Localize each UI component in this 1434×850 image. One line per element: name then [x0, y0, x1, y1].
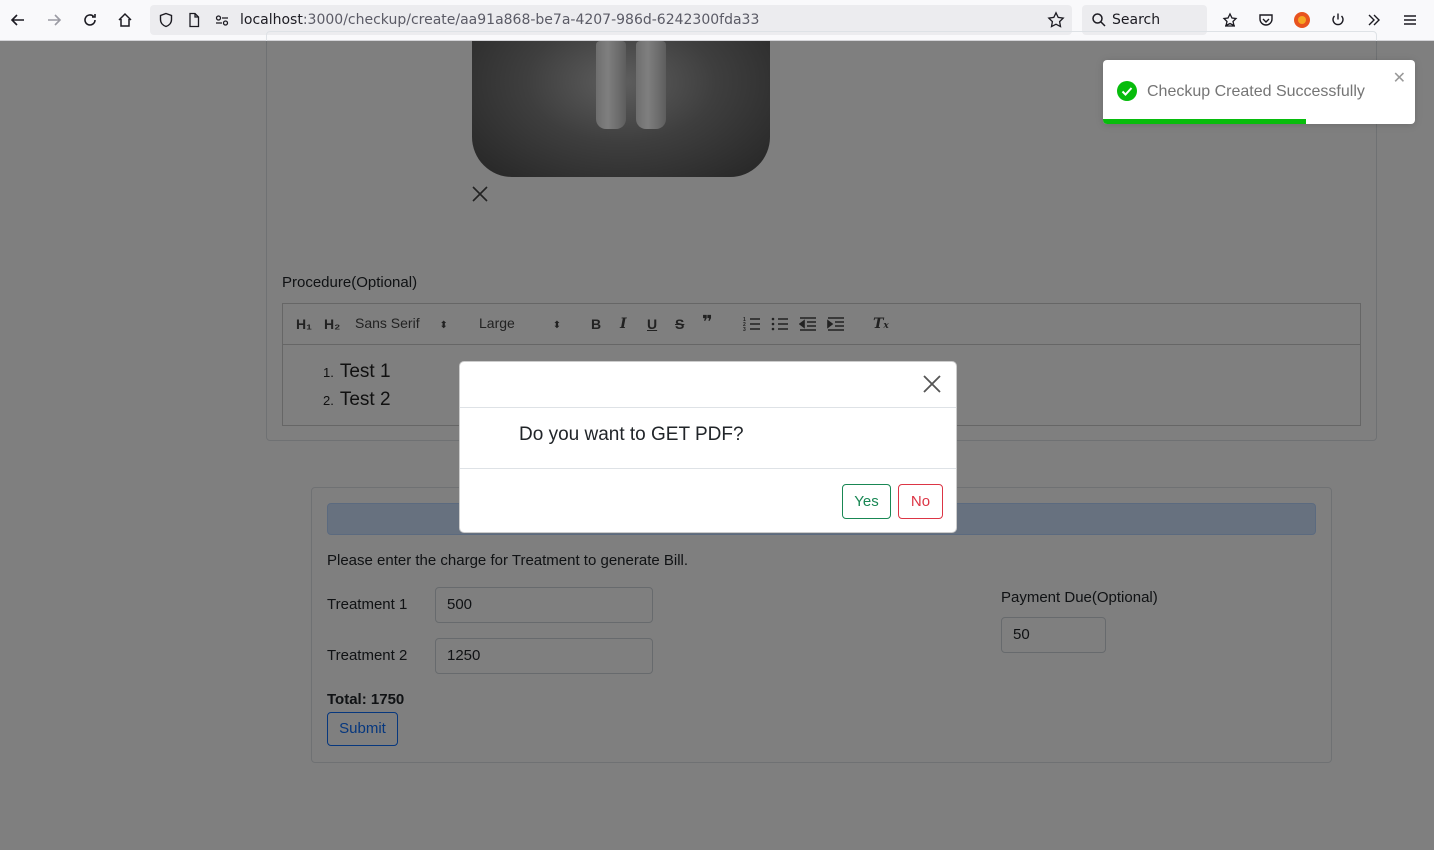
bookmark-star-icon[interactable]: [1043, 7, 1069, 33]
reload-icon[interactable]: [77, 7, 103, 33]
forward-icon[interactable]: [41, 7, 67, 33]
dialog-question: Do you want to GET PDF?: [519, 424, 744, 445]
home-icon[interactable]: [112, 7, 138, 33]
search-placeholder: Search: [1112, 12, 1161, 28]
page-icon: [181, 7, 207, 33]
close-icon[interactable]: [921, 373, 943, 395]
permissions-icon[interactable]: [209, 7, 235, 33]
toast-message: Checkup Created Successfully: [1147, 83, 1365, 100]
yes-button[interactable]: Yes: [842, 484, 891, 519]
library-icon[interactable]: [1217, 7, 1243, 33]
dialog-footer-divider: [460, 468, 956, 469]
power-icon[interactable]: [1325, 7, 1351, 33]
toast-close-icon[interactable]: ✕: [1393, 71, 1406, 87]
pocket-icon[interactable]: [1253, 7, 1279, 33]
menu-icon[interactable]: [1397, 7, 1423, 33]
get-pdf-dialog: Do you want to GET PDF? Yes No: [459, 361, 957, 533]
overflow-chevrons-icon[interactable]: [1361, 7, 1387, 33]
no-button[interactable]: No: [898, 484, 943, 519]
shield-icon[interactable]: [153, 7, 179, 33]
search-icon: [1086, 7, 1112, 33]
back-icon[interactable]: [5, 7, 31, 33]
extension-icon[interactable]: [1289, 7, 1315, 33]
url-text[interactable]: localhost:3000/checkup/create/aa91a868-b…: [240, 12, 759, 28]
check-circle-icon: [1117, 81, 1137, 101]
success-toast: Checkup Created Successfully ✕: [1103, 60, 1415, 124]
toast-progress-bar: [1103, 119, 1306, 124]
dialog-header: [460, 362, 956, 408]
